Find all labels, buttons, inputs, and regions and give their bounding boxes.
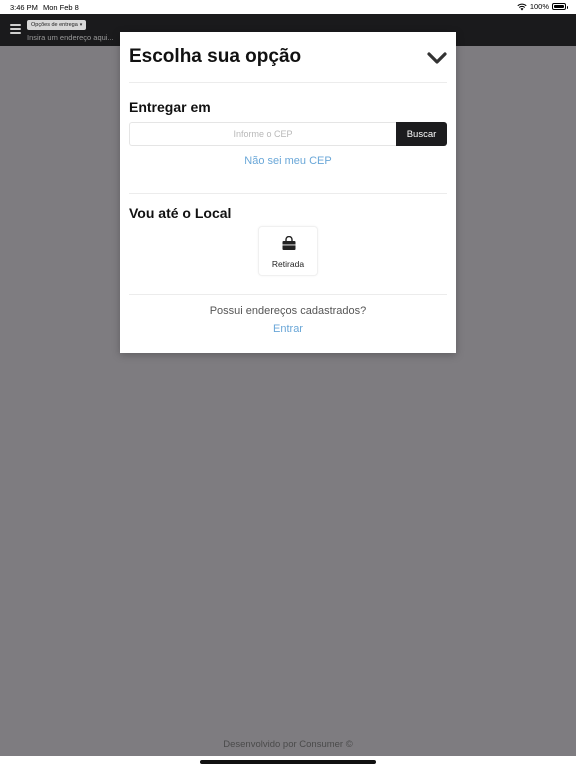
delivery-options-label: Opções de entrega xyxy=(31,22,78,28)
delivery-options-pill[interactable]: Opções de entrega ▾ xyxy=(27,20,87,30)
unknown-cep-link[interactable]: Não sei meu CEP xyxy=(120,155,456,167)
shopping-bag-icon xyxy=(282,236,296,250)
footer-credit: Desenvolvido por Consumer © xyxy=(223,739,353,750)
battery-percent: 100% xyxy=(529,2,549,11)
status-date: Mon Feb 8 xyxy=(43,3,79,12)
battery-icon xyxy=(552,3,568,10)
cep-search-row: Buscar xyxy=(129,122,447,146)
address-hint[interactable]: Insira um endereço aqui... xyxy=(27,33,114,42)
search-button[interactable]: Buscar xyxy=(396,122,447,146)
divider xyxy=(129,193,447,194)
status-right: 100% xyxy=(517,2,568,11)
pickup-option-card[interactable]: Retirada xyxy=(258,226,318,276)
delivery-option-modal: Escolha sua opção Entregar em Buscar Não… xyxy=(120,32,456,353)
chevron-down-icon: ▾ xyxy=(79,22,83,28)
divider xyxy=(129,82,447,83)
pickup-section-title: Vou até o Local xyxy=(129,205,232,221)
cep-input[interactable] xyxy=(129,122,396,146)
delivery-section-title: Entregar em xyxy=(129,99,211,115)
modal-title: Escolha sua opção xyxy=(129,46,302,67)
chevron-down-icon[interactable] xyxy=(427,50,447,66)
wifi-icon xyxy=(517,3,527,10)
login-link[interactable]: Entrar xyxy=(120,323,456,335)
menu-icon[interactable] xyxy=(10,24,21,34)
pickup-option-label: Retirada xyxy=(271,259,305,269)
status-time: 3:46 PM xyxy=(10,3,38,12)
status-bar: 3:46 PM Mon Feb 8 100% xyxy=(0,0,576,14)
registered-address-question: Possui endereços cadastrados? xyxy=(209,305,367,317)
divider xyxy=(129,294,447,295)
home-indicator xyxy=(200,760,376,764)
